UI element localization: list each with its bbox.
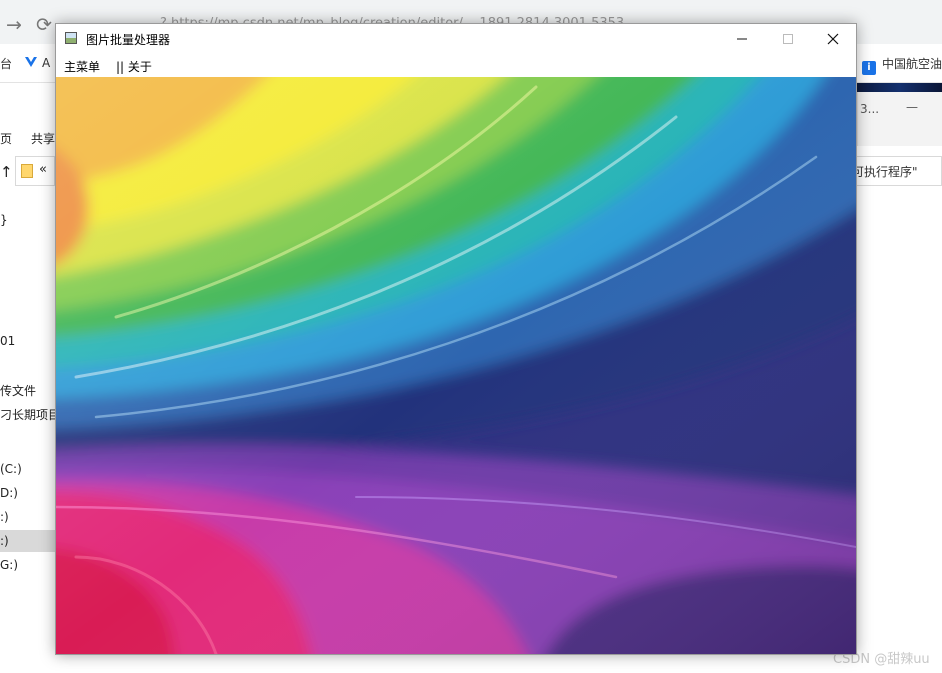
rainbow-swirl-image — [56, 77, 856, 654]
reload-icon[interactable]: ⟳ — [36, 14, 52, 36]
maximize-icon — [783, 34, 793, 44]
maximize-button[interactable] — [765, 24, 811, 54]
explorer-search-box[interactable]: 可执行程序" — [845, 156, 942, 186]
sidebar-item[interactable]: 01 — [0, 334, 15, 348]
minimize-button[interactable] — [719, 24, 765, 54]
bookmark-item[interactable]: 台 — [0, 55, 12, 72]
up-arrow-icon[interactable]: ↑ — [0, 163, 13, 181]
sidebar-item[interactable]: 刁长期项目 — [0, 406, 60, 423]
forward-arrow-icon[interactable]: → — [6, 14, 22, 36]
explorer-tab-label[interactable]: 3... — [860, 102, 879, 116]
main-menu[interactable]: 主菜单 — [64, 58, 100, 75]
window-title: 图片批量处理器 — [86, 33, 171, 47]
breadcrumb-chevron-icon: « — [39, 162, 47, 177]
bookmark-label: 中国航空油 — [882, 57, 942, 71]
sidebar-item[interactable]: 传文件 — [0, 382, 36, 399]
explorer-menu-item[interactable]: 页 — [0, 130, 12, 147]
vue-icon — [25, 57, 37, 67]
folder-icon — [21, 164, 33, 178]
bookmark-label: A — [42, 56, 51, 70]
close-icon — [827, 33, 839, 45]
about-menu[interactable]: || 关于 — [116, 58, 152, 75]
app-icon — [65, 32, 77, 44]
menu-bar: 主菜单 || 关于 — [56, 54, 856, 77]
sidebar-item[interactable]: D:) — [0, 486, 18, 500]
title-bar[interactable]: 图片批量处理器 — [56, 24, 856, 54]
explorer-address-bar[interactable]: « — [15, 156, 55, 186]
explorer-tab-area: 3... — — [857, 92, 942, 146]
bookmark-item[interactable]: A — [24, 55, 50, 70]
explorer-menu-item[interactable]: 共享 — [31, 130, 55, 147]
image-display-area — [56, 77, 856, 654]
sidebar-item[interactable]: :) — [0, 510, 9, 524]
info-icon: i — [862, 61, 876, 75]
background-tab-thumbnail — [857, 83, 942, 92]
image-batch-processor-window: 图片批量处理器 主菜单 || 关于 — [55, 23, 857, 655]
sidebar-item[interactable]: (C:) — [0, 462, 22, 476]
sidebar-item[interactable]: :) — [0, 534, 9, 548]
close-button[interactable] — [810, 24, 856, 54]
sidebar-item[interactable]: } — [0, 213, 8, 227]
bookmark-item[interactable]: i 中国航空油 — [862, 55, 942, 75]
minimize-icon[interactable]: — — [906, 100, 918, 114]
minimize-icon — [737, 38, 747, 40]
sidebar-item[interactable]: G:) — [0, 558, 18, 572]
